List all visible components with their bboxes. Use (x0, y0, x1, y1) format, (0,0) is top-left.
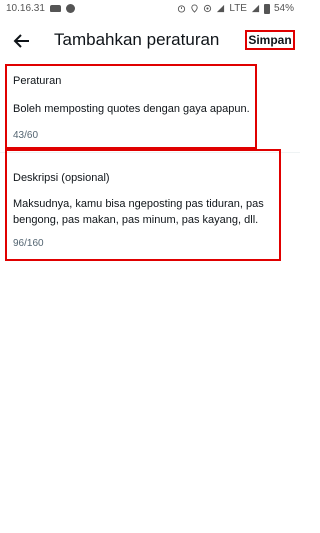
rule-input[interactable]: Boleh memposting quotes dengan gaya apap… (13, 101, 253, 117)
battery-level: 54% (273, 3, 294, 14)
description-label: Deskripsi (opsional) (13, 172, 110, 184)
battery-icon (263, 3, 270, 14)
hotspot-icon (204, 4, 212, 13)
back-arrow-icon[interactable] (12, 31, 32, 51)
car-icon (49, 5, 61, 12)
rule-label: Peraturan (13, 75, 62, 87)
network-type: LTE (229, 3, 247, 14)
status-time: 10.16.31 (6, 3, 45, 14)
alarm-icon (178, 5, 186, 13)
save-button-highlight: Simpan (245, 30, 295, 50)
notification-dot-icon (65, 4, 75, 13)
location-icon (191, 4, 199, 13)
description-input[interactable]: Maksudnya, kamu bisa ngeposting pas tidu… (13, 196, 285, 228)
save-button[interactable]: Simpan (247, 32, 293, 48)
status-bar: 10.16.31 LTE 54% (0, 0, 300, 18)
page-title: Tambahkan peraturan (54, 30, 220, 49)
signal-icon (217, 4, 225, 13)
rule-counter: 43/60 (13, 130, 39, 141)
signal-icon-2 (251, 4, 260, 13)
description-counter: 96/160 (13, 238, 44, 249)
